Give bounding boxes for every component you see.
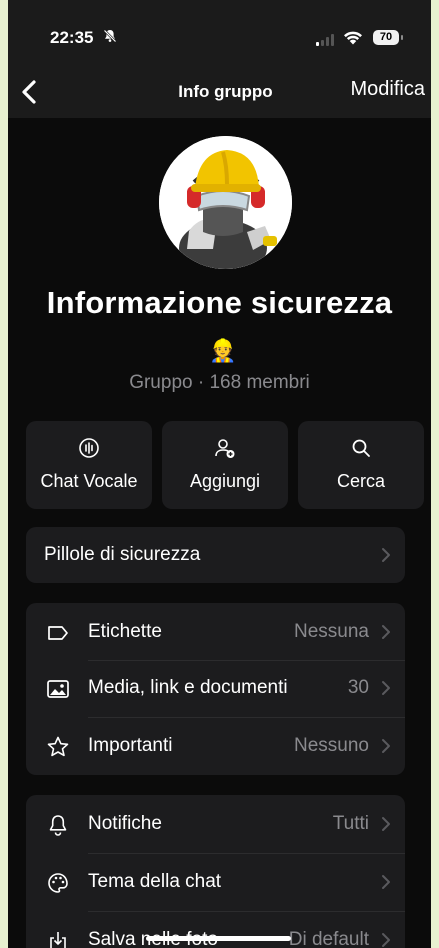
- star-icon: [46, 735, 70, 759]
- edit-button[interactable]: Modifica: [351, 78, 425, 101]
- bell-icon: [46, 813, 70, 837]
- phone-screen: 22:35 70 Info gruppo Modifica Informazio…: [8, 0, 431, 948]
- labels-label: Etichette: [88, 621, 162, 642]
- download-icon: [46, 929, 70, 948]
- chevron-right-icon: [381, 931, 391, 948]
- chat-theme-label: Tema della chat: [88, 871, 222, 892]
- media-label: Media, link e documenti: [88, 677, 288, 698]
- media-count: 30: [347, 677, 369, 698]
- chevron-right-icon: [381, 679, 391, 697]
- status-bar: 22:35 70: [8, 0, 431, 72]
- home-indicator[interactable]: [146, 936, 291, 941]
- chevron-right-icon: [381, 737, 391, 755]
- voice-chat-button[interactable]: Chat Vocale: [26, 421, 152, 509]
- starred-value: Nessuno: [294, 735, 369, 756]
- add-member-button[interactable]: Aggiungi: [162, 421, 288, 509]
- voice-chat-label: Chat Vocale: [40, 471, 138, 491]
- group-member-count: Gruppo · 168 membri: [129, 372, 310, 393]
- group-description-card[interactable]: Pillole di sicurezza: [26, 527, 405, 583]
- starred-row[interactable]: Importanti Nessuno: [26, 718, 405, 775]
- chevron-right-icon: [381, 623, 391, 641]
- cellular-signal-icon: [316, 33, 336, 51]
- notifications-value: Tutti: [332, 813, 369, 834]
- add-member-label: Aggiungi: [189, 471, 261, 491]
- search-label: Cerca: [336, 471, 385, 491]
- label-tag-icon: [46, 621, 70, 645]
- silent-mode-icon: [103, 29, 117, 46]
- starred-label: Importanti: [88, 735, 173, 756]
- save-to-photos-row[interactable]: Salva nelle foto Di default: [26, 912, 405, 948]
- search-button[interactable]: Cerca: [298, 421, 424, 509]
- chevron-right-icon: [381, 546, 391, 564]
- notifications-row[interactable]: Notifiche Tutti: [26, 796, 405, 853]
- chat-theme-row[interactable]: Tema della chat: [26, 854, 405, 911]
- notifications-label: Notifiche: [88, 813, 162, 834]
- navigation-bar: Info gruppo Modifica: [8, 72, 431, 118]
- palette-icon: [46, 871, 70, 895]
- group-description-row[interactable]: Pillole di sicurezza: [26, 527, 405, 584]
- status-time: 22:35: [50, 28, 94, 47]
- media-row[interactable]: Media, link e documenti 30: [26, 660, 405, 717]
- labels-value: Nessuna: [294, 621, 369, 642]
- group-description: Pillole di sicurezza: [44, 544, 201, 565]
- save-to-photos-value: Di default: [288, 929, 369, 948]
- chevron-right-icon: [381, 873, 391, 891]
- photo-icon: [46, 677, 70, 701]
- safety-helmet-image: [159, 136, 292, 269]
- add-person-icon: [214, 437, 236, 459]
- settings-section-card: Notifiche Tutti Tema della chat Salva ne…: [26, 795, 405, 948]
- media-section-card: Etichette Nessuna Media, link e document…: [26, 603, 405, 775]
- group-name: Informazione sicurezza: [46, 285, 393, 320]
- labels-row[interactable]: Etichette Nessuna: [26, 604, 405, 661]
- wifi-icon: [342, 29, 364, 50]
- battery-indicator: 70: [373, 30, 403, 45]
- voice-chat-icon: [78, 437, 100, 459]
- search-icon: [350, 437, 372, 459]
- group-emoji: 👷: [209, 338, 237, 363]
- group-avatar[interactable]: [159, 136, 292, 269]
- chevron-right-icon: [381, 815, 391, 833]
